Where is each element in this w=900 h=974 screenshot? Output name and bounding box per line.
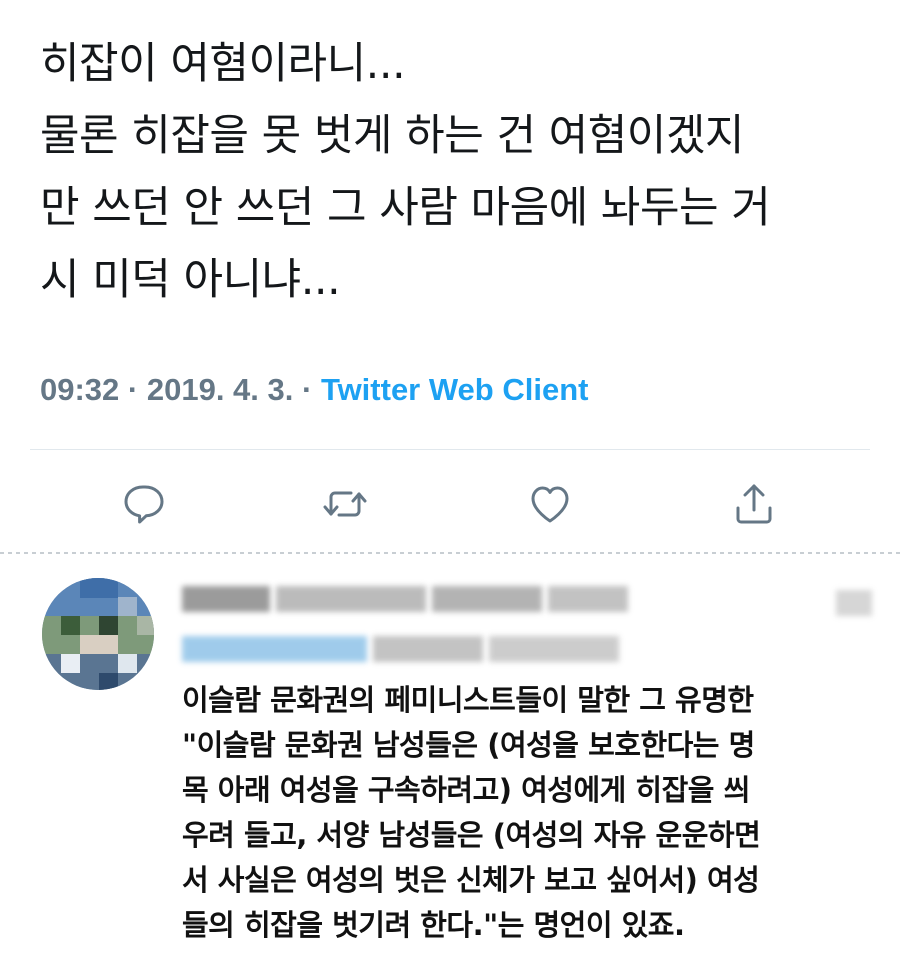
share-icon [736,484,772,524]
reply-text: 이슬람 문화권의 페미니스트들이 말한 그 유명한 "이슬람 문화권 남성들은 … [182,678,882,948]
tweet-main: 히잡이 여혐이라니... 물론 히잡을 못 벗게 하는 건 여혐이겠지 만 쓰던… [0,0,900,552]
reply-text-line: 서 사실은 여성의 벗은 신체가 보고 싶어서) 여성 [182,863,760,897]
divider [30,449,870,450]
blurred-user-name [182,586,628,612]
tweet-text-line: 만 쓰던 안 쓰던 그 사람 마음에 놔두는 거 [40,183,771,233]
reply-button[interactable] [113,474,173,534]
screenshot-seam [0,552,900,554]
avatar[interactable] [42,578,154,690]
reply-text-line: 목 아래 여성을 구속하려고) 여성에게 히잡을 씌 [182,773,750,807]
tweet-text-line: 물론 히잡을 못 벗게 하는 건 여혐이겠지 [40,111,744,161]
retweet-icon [323,491,367,517]
tweet-text: 히잡이 여혐이라니... 물론 히잡을 못 벗게 하는 건 여혐이겠지 만 쓰던… [40,28,870,316]
reply-text-line: 이슬람 문화권의 페미니스트들이 말한 그 유명한 [182,683,754,717]
reply-text-line: 우려 들고, 서양 남성들은 (여성의 자유 운운하면 [182,818,761,852]
tweet-source-link[interactable]: Twitter Web Client [321,372,589,407]
blurred-user-handle [182,636,619,662]
share-button[interactable] [724,474,784,534]
like-button[interactable] [520,474,580,534]
tweet-meta: 09:32 · 2019. 4. 3. · Twitter Web Client [40,362,588,418]
tweet-actions [0,474,900,534]
meta-separator: · [293,372,321,407]
heart-icon [531,486,569,523]
tweet-date: 2019. 4. 3. [146,372,294,407]
retweet-button[interactable] [315,474,375,534]
tweet-time: 09:32 [40,372,120,407]
tweet-text-line: 히잡이 여혐이라니... [40,39,406,89]
reply-text-line: "이슬람 문화권 남성들은 (여성을 보호한다는 명 [182,728,755,762]
reply-icon [124,485,164,524]
meta-separator: · [119,372,147,407]
reply-tweet: 이슬람 문화권의 페미니스트들이 말한 그 유명한 "이슬람 문화권 남성들은 … [0,556,900,974]
blurred-menu [836,590,872,616]
tweet-text-line: 시 미덕 아니냐... [40,255,341,305]
reply-text-line: 들의 히잡을 벗기려 한다."는 명언이 있죠. [182,908,685,942]
